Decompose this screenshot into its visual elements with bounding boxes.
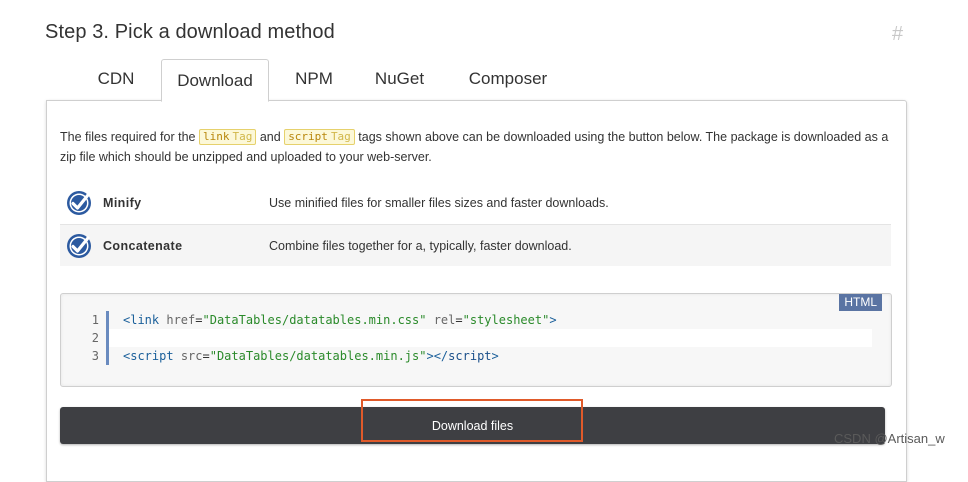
- code-line: 2: [61, 329, 891, 347]
- checkbox-checked-icon[interactable]: [66, 233, 92, 259]
- code-snippet[interactable]: HTML 1 <link href="DataTables/datatables…: [60, 293, 892, 387]
- tab-npm[interactable]: NPM: [280, 59, 348, 99]
- empty-line-stripe: [109, 329, 872, 347]
- checkbox-checked-icon[interactable]: [66, 190, 92, 216]
- line-number: 2: [91, 331, 99, 345]
- link-chip-label: link: [202, 130, 230, 143]
- option-row-minify[interactable]: Minify Use minified files for smaller fi…: [60, 182, 891, 223]
- watermark: CSDN @Artisan_w: [834, 431, 945, 446]
- tab-composer[interactable]: Composer: [455, 59, 561, 99]
- download-files-button[interactable]: Download files: [60, 407, 885, 444]
- intro-part2: and: [259, 130, 281, 144]
- option-name-minify: Minify: [103, 195, 142, 210]
- link-tag-chip: link Tag: [198, 129, 257, 145]
- anchor-link[interactable]: #: [892, 23, 903, 46]
- tab-download[interactable]: Download: [161, 59, 269, 102]
- option-desc-concatenate: Combine files together for a, typically,…: [269, 238, 572, 253]
- option-name-concatenate: Concatenate: [103, 238, 183, 253]
- intro-part1: The files required for the: [60, 130, 196, 144]
- download-panel: The files required for the link Tag and s…: [46, 100, 907, 482]
- code-line-1: <link href="DataTables/datatables.min.cs…: [123, 313, 557, 327]
- step-title: Step 3. Pick a download method: [45, 21, 335, 43]
- link-chip-suffix: Tag: [232, 130, 253, 143]
- tab-nuget[interactable]: NuGet: [362, 59, 437, 99]
- line-number: 1: [91, 313, 99, 327]
- option-desc-minify: Use minified files for smaller files siz…: [269, 195, 609, 210]
- code-lines: 1 <link href="DataTables/datatables.min.…: [61, 311, 891, 365]
- option-row-concatenate[interactable]: Concatenate Combine files together for a…: [60, 224, 891, 266]
- script-chip-label: script: [288, 130, 328, 143]
- tab-cdn[interactable]: CDN: [80, 59, 152, 99]
- intro-text: The files required for the link Tag and s…: [60, 127, 890, 167]
- script-tag-chip: script Tag: [284, 129, 355, 145]
- code-line: 3 <script src="DataTables/datatables.min…: [61, 347, 891, 365]
- language-badge: HTML: [839, 294, 882, 311]
- gutter-bar: [106, 311, 109, 329]
- gutter-bar: [106, 347, 109, 365]
- code-line-3: <script src="DataTables/datatables.min.j…: [123, 349, 499, 363]
- code-line: 1 <link href="DataTables/datatables.min.…: [61, 311, 891, 329]
- script-chip-suffix: Tag: [330, 130, 351, 143]
- line-number: 3: [91, 349, 99, 363]
